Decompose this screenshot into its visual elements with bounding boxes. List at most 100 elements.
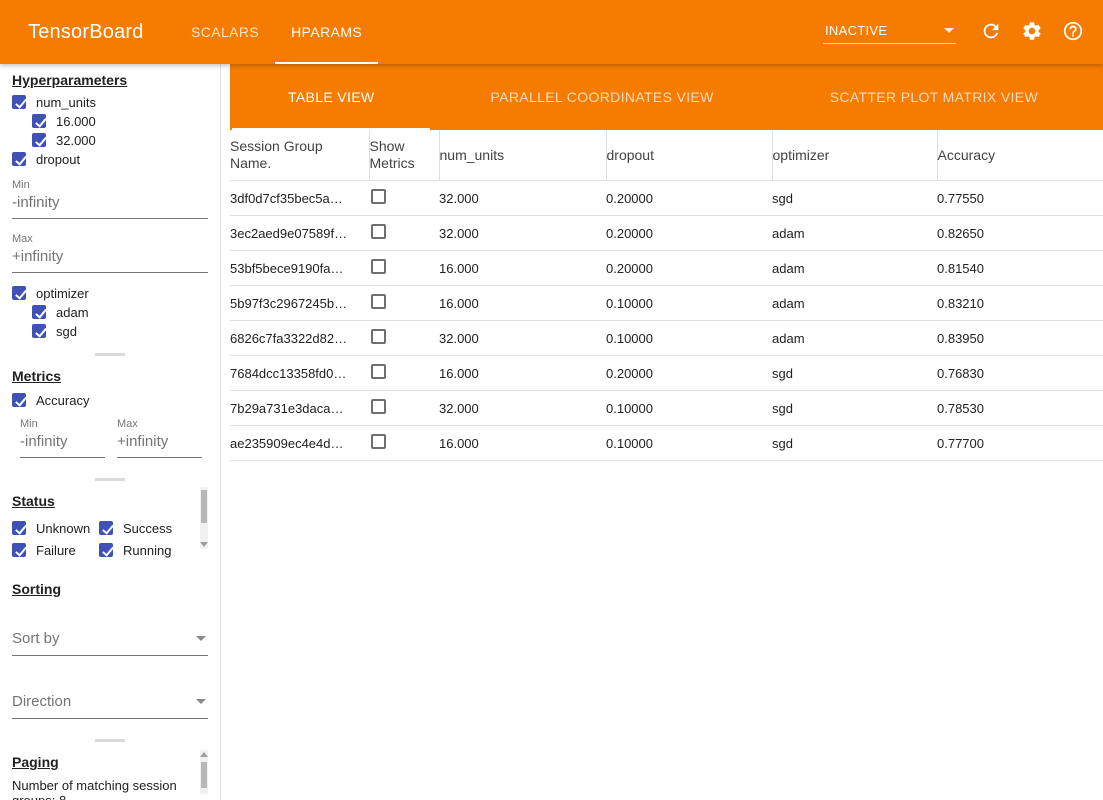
- status-filter-grid: Unknown Success Failure Running: [12, 517, 208, 561]
- show-metrics-checkbox[interactable]: [371, 434, 386, 449]
- cell-accuracy: 0.78530: [937, 391, 1103, 426]
- status-failure[interactable]: Failure: [12, 542, 99, 558]
- cell-accuracy: 0.77550: [937, 181, 1103, 216]
- checkbox-icon: [99, 543, 113, 557]
- sort-by-select[interactable]: Sort by: [12, 627, 208, 656]
- paging-section: Paging Number of matching session groups…: [0, 746, 220, 800]
- metric-min-input[interactable]: [20, 430, 105, 458]
- session-group-name: 53bf5bece9190fa…: [230, 251, 369, 286]
- cell-num-units: 32.000: [439, 321, 606, 356]
- cell-dropout: 0.10000: [606, 426, 772, 461]
- table-row: 6826c7fa3322d82… 32.000 0.10000 adam 0.8…: [230, 321, 1103, 356]
- cell-optimizer: sgd: [772, 356, 937, 391]
- session-group-name: ae235909ec4e4d…: [230, 426, 369, 461]
- cell-optimizer: adam: [772, 286, 937, 321]
- cell-accuracy: 0.82650: [937, 216, 1103, 251]
- scroll-up-icon[interactable]: [200, 752, 208, 757]
- tab-table-view[interactable]: TABLE VIEW: [230, 64, 432, 130]
- checkbox-icon: [32, 305, 46, 319]
- cell-accuracy: 0.81540: [937, 251, 1103, 286]
- help-icon: [1062, 20, 1084, 42]
- dropout-min-input[interactable]: [12, 191, 208, 219]
- cell-optimizer: adam: [772, 251, 937, 286]
- status-scrollbar[interactable]: [200, 487, 208, 549]
- cell-accuracy: 0.77700: [937, 426, 1103, 461]
- section-resize-handle[interactable]: [95, 739, 125, 742]
- dropout-min-field: Min: [12, 179, 208, 219]
- status-success[interactable]: Success: [99, 520, 186, 536]
- hparam-value-32[interactable]: 32.000: [32, 132, 208, 148]
- app-title: TensorBoard: [0, 0, 175, 64]
- status-running[interactable]: Running: [99, 542, 186, 558]
- cell-dropout: 0.10000: [606, 321, 772, 356]
- direction-value: Direction: [12, 693, 71, 710]
- checkbox-icon: [12, 393, 26, 407]
- metric-min-field: Min: [20, 418, 105, 458]
- table-row: ae235909ec4e4d… 16.000 0.10000 sgd 0.777…: [230, 426, 1103, 461]
- column-show-metrics: Show Metrics: [369, 130, 439, 181]
- settings-button[interactable]: [1020, 20, 1044, 44]
- hparam-num-units[interactable]: num_units: [12, 94, 208, 110]
- section-resize-handle[interactable]: [95, 353, 125, 356]
- section-resize-handle[interactable]: [95, 478, 125, 481]
- session-group-name: 6826c7fa3322d82…: [230, 321, 369, 356]
- show-metrics-checkbox[interactable]: [371, 364, 386, 379]
- session-group-name: 5b97f3c2967245b…: [230, 286, 369, 321]
- metric-accuracy[interactable]: Accuracy: [12, 392, 208, 408]
- cell-dropout: 0.10000: [606, 391, 772, 426]
- scroll-down-icon[interactable]: [200, 542, 208, 547]
- show-metrics-checkbox[interactable]: [371, 399, 386, 414]
- show-metrics-checkbox[interactable]: [371, 329, 386, 344]
- hparam-value-adam[interactable]: adam: [32, 304, 208, 320]
- session-group-name: 7684dcc13358fd0…: [230, 356, 369, 391]
- tab-scalars[interactable]: SCALARS: [175, 0, 275, 64]
- session-groups-table: Session Group Name. Show Metrics num_uni…: [230, 130, 1103, 461]
- help-button[interactable]: [1061, 20, 1085, 44]
- dropout-max-input[interactable]: [12, 245, 208, 273]
- tab-parallel-coordinates-view[interactable]: PARALLEL COORDINATES VIEW: [432, 64, 771, 130]
- refresh-button[interactable]: [979, 20, 1003, 44]
- show-metrics-checkbox[interactable]: [371, 224, 386, 239]
- cell-num-units: 32.000: [439, 391, 606, 426]
- paging-heading: Paging: [12, 754, 208, 770]
- hparam-dropout[interactable]: dropout: [12, 151, 208, 167]
- scrollbar-thumb[interactable]: [201, 490, 207, 523]
- tab-scatter-plot-matrix-view[interactable]: SCATTER PLOT MATRIX VIEW: [772, 64, 1096, 130]
- checkbox-icon: [12, 543, 26, 557]
- gear-icon: [1021, 20, 1043, 42]
- hparam-value-16[interactable]: 16.000: [32, 113, 208, 129]
- hparams-sidebar: Hyperparameters num_units 16.000 32.000 …: [0, 64, 221, 800]
- tab-hparams[interactable]: HPARAMS: [275, 0, 378, 64]
- cell-num-units: 16.000: [439, 286, 606, 321]
- checkbox-icon: [32, 324, 46, 338]
- scrollbar-thumb[interactable]: [201, 762, 207, 788]
- hparam-optimizer[interactable]: optimizer: [12, 285, 208, 301]
- cell-num-units: 16.000: [439, 426, 606, 461]
- cell-dropout: 0.20000: [606, 216, 772, 251]
- max-label: Max: [117, 418, 202, 430]
- hyperparameters-section: Hyperparameters num_units 16.000 32.000 …: [0, 64, 220, 348]
- hparam-value-sgd[interactable]: sgd: [32, 323, 208, 339]
- column-accuracy: Accuracy: [937, 130, 1103, 181]
- cell-optimizer: adam: [772, 321, 937, 356]
- chevron-down-icon: [196, 636, 206, 641]
- metric-max-input[interactable]: [117, 430, 202, 458]
- top-toolbar: TensorBoard SCALARS HPARAMS INACTIVE: [0, 0, 1103, 64]
- table-row: 7b29a731e3daca… 32.000 0.10000 sgd 0.785…: [230, 391, 1103, 426]
- cell-num-units: 16.000: [439, 251, 606, 286]
- hparams-main: TABLE VIEW PARALLEL COORDINATES VIEW SCA…: [230, 64, 1103, 800]
- status-unknown[interactable]: Unknown: [12, 520, 99, 536]
- tensorboard-app: TensorBoard SCALARS HPARAMS INACTIVE: [0, 0, 1103, 800]
- direction-select[interactable]: Direction: [12, 690, 208, 719]
- cell-dropout: 0.20000: [606, 356, 772, 391]
- show-metrics-checkbox[interactable]: [371, 259, 386, 274]
- column-optimizer: optimizer: [772, 130, 937, 181]
- status-section: Status Unknown Success Failure Running: [0, 485, 220, 567]
- show-metrics-checkbox[interactable]: [371, 189, 386, 204]
- metrics-section: Metrics Accuracy Min Max: [0, 360, 220, 464]
- show-metrics-checkbox[interactable]: [371, 294, 386, 309]
- reload-interval-select[interactable]: INACTIVE: [823, 20, 956, 44]
- paging-scrollbar[interactable]: [200, 750, 208, 794]
- max-label: Max: [12, 233, 208, 245]
- cell-accuracy: 0.76830: [937, 356, 1103, 391]
